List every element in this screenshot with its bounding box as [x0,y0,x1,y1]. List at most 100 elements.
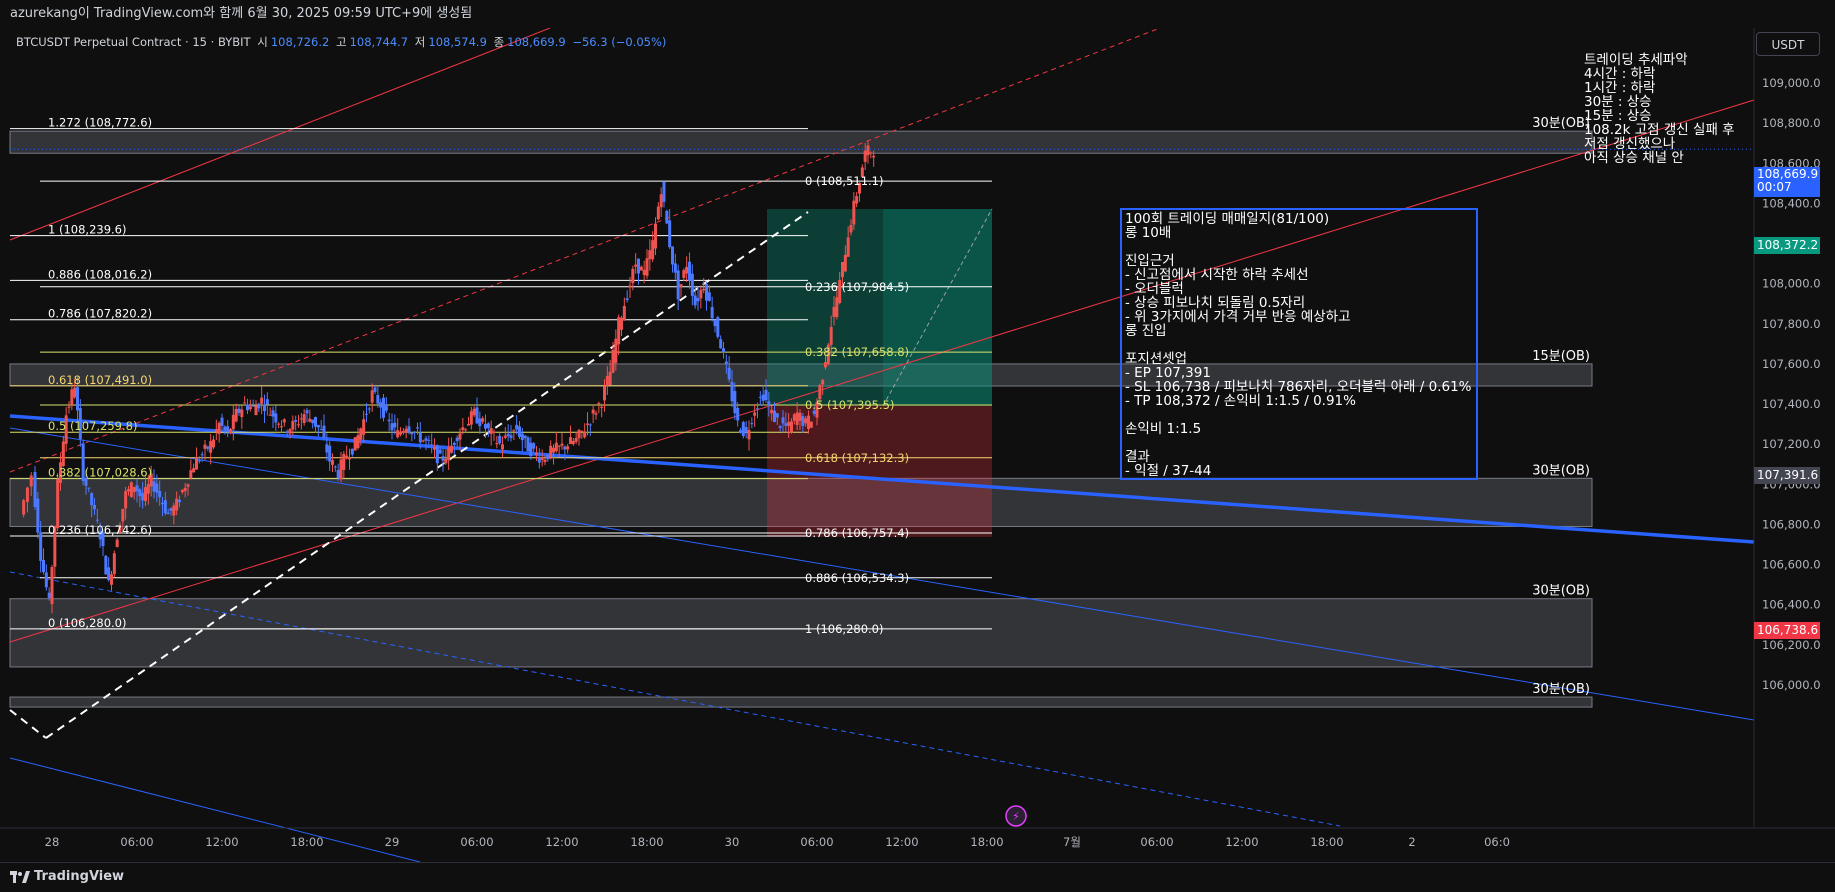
candle-body [773,410,776,423]
candle-body [552,447,555,453]
candle-body [778,426,782,429]
candle-body [484,423,487,429]
time-axis-tick: 06:0 [1484,835,1510,849]
candle-body [747,429,751,440]
candle-body [804,418,808,424]
time-axis-tick: 2 [1408,835,1415,849]
candle-body [654,223,657,249]
fib-left-level-label: 0.886 (108,016.2) [48,267,152,281]
order-block-label: 30분(OB) [1532,682,1590,697]
candle-body [600,406,604,408]
candle-body [237,408,241,413]
candle-body [529,442,533,457]
trend-note[interactable]: 트레이딩 추세파악 4시간 : 하락 1시간 : 하락 30분 : 상승 15분… [1584,53,1735,165]
candle-body [231,414,235,430]
candle-body [549,445,553,458]
tradingview-logo[interactable]: TradingView [10,869,124,884]
candle-body [200,454,204,456]
candle-body [399,431,402,435]
price-axis-tick: 108,000.0 [1762,277,1821,291]
candle-body [325,444,329,453]
candle-body [498,435,502,444]
candle-body [478,418,482,427]
candle-body [467,424,470,426]
candle-body [447,447,451,461]
candle-body [112,553,116,575]
chart-area[interactable]: 30분(OB) 15분(OB) 30분(OB) 30분(OB) 30분(OB) 1.272… [0,27,1835,863]
candle-body [665,210,669,224]
candle-body [597,403,601,405]
candle-body [56,478,60,529]
candle-body [546,454,550,460]
candle-body [603,386,606,401]
candle-body [93,505,96,510]
candle-body [189,470,193,479]
candle-body [206,446,210,449]
candle-body [175,498,179,511]
candle-body [152,481,156,492]
candle-body [203,444,207,449]
fib-right-level-label: 0 (108,511.1) [805,174,883,188]
candle-body [124,491,128,509]
candle-body [73,387,77,398]
tradingview-logo-icon [10,870,30,883]
candle-body [404,428,408,433]
candle-body [693,295,697,306]
candle-body [543,459,547,462]
candle-body [739,430,742,433]
candle-body [846,237,850,257]
candle-body [736,407,740,421]
candle-body [223,426,227,430]
trading-journal-note[interactable]: 100회 트레이딩 매매일지(81/100) 롱 10배 진입근거 - 신고점에… [1120,208,1478,480]
candle-body [302,414,306,423]
candle-body [807,415,810,430]
candle-body [832,306,836,317]
candle-body [719,339,723,349]
candle-body [285,431,289,434]
price-axis-tick: 107,600.0 [1762,357,1821,371]
candle-body [47,592,51,598]
candle-body [784,423,788,426]
open-value: 108,726.2 [270,35,330,49]
candle-body [186,484,190,487]
candle-body [679,284,683,287]
candle-body [260,397,264,404]
candle-body [688,261,691,281]
candle-body [662,181,666,202]
symbol-name[interactable]: BTCUSDT Perpetual Contract · 15 · BYBIT [16,35,251,49]
candle-body [316,424,320,428]
candle-body [495,443,499,445]
fib-left-level-label: 0.786 (107,820.2) [48,307,152,321]
candle-body [733,391,737,414]
time-axis-tick: 12:00 [1225,835,1258,849]
price-axis-tick: 106,200.0 [1762,638,1821,652]
candle-body [299,418,303,420]
candle-body [22,500,26,515]
price-axis-tick: 106,000.0 [1762,678,1821,692]
candle-body [574,437,578,442]
price-axis-tick: 107,800.0 [1762,317,1821,331]
order-block-label: 15분(OB) [1532,349,1590,364]
candle-body [722,348,725,353]
candle-body [866,145,870,156]
candle-body [342,453,346,470]
footer-bar: TradingView [0,862,1835,892]
candle-body [628,285,632,287]
price-axis-tick: 109,000.0 [1762,76,1821,90]
candle-body [76,387,79,411]
candle-body [659,194,663,208]
candle-body [583,431,587,438]
candle-body [161,502,164,505]
price-chart[interactable]: 30분(OB) 15분(OB) 30분(OB) 30분(OB) 30분(OB) 1.272… [0,27,1835,863]
time-axis-tick: 06:00 [800,835,833,849]
candle-body [183,487,187,492]
candle-body [356,435,360,449]
symbol-legend[interactable]: BTCUSDT Perpetual Contract · 15 · BYBIT … [16,34,669,50]
time-axis-tick: 06:00 [1140,835,1173,849]
fib-left-level-label: 1 (108,239.6) [48,223,126,237]
candle-body [741,422,745,437]
candle-body [492,431,496,433]
time-axis-tick: 18:00 [1310,835,1343,849]
currency-button[interactable]: USDT [1756,32,1820,56]
candle-body [682,270,686,278]
